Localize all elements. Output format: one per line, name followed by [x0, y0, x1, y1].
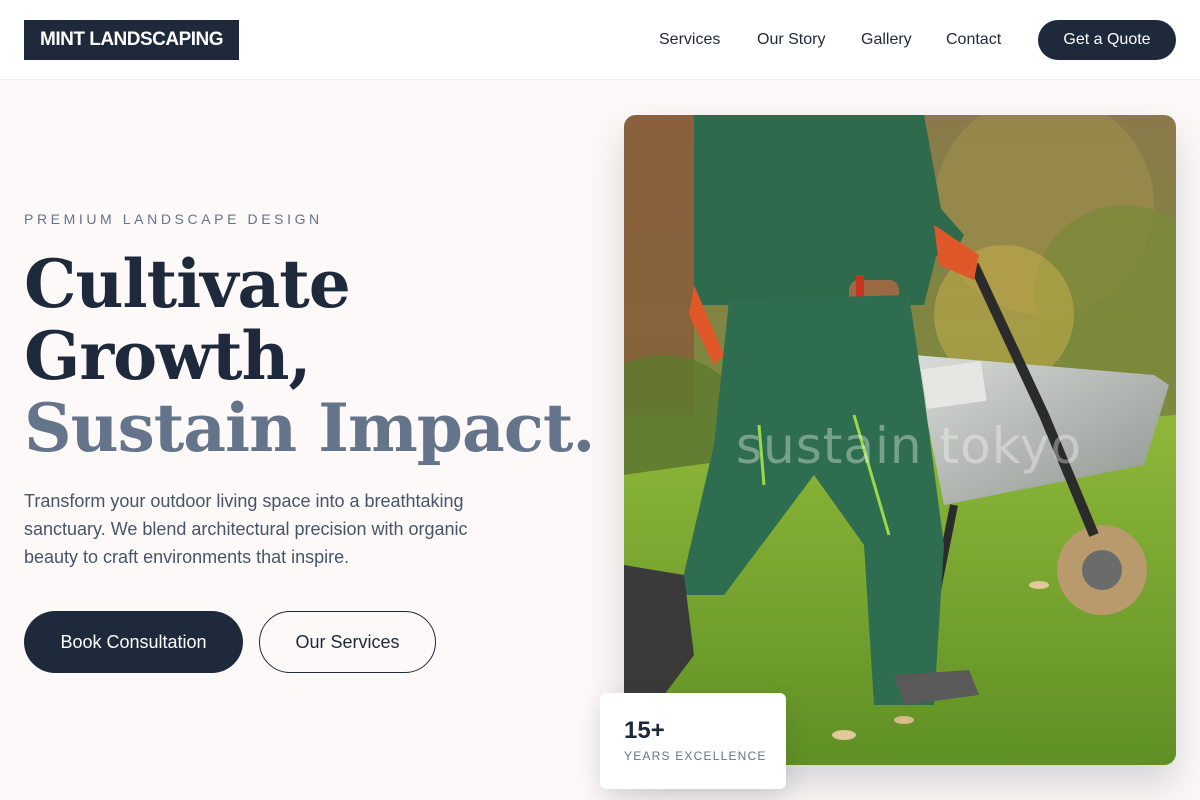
book-consultation-button[interactable]: Book Consultation: [24, 611, 243, 673]
headline-line-2: Growth,: [24, 317, 311, 395]
logo[interactable]: MINT LANDSCAPING: [24, 20, 240, 60]
stat-label: YEARS EXCELLENCE: [624, 749, 767, 763]
stat-number: 15+: [624, 717, 665, 744]
our-services-button[interactable]: Our Services: [259, 611, 436, 673]
nav-link-services[interactable]: Services: [659, 20, 720, 60]
site-header: MINT LANDSCAPING Services Our Story Gall…: [0, 0, 1200, 80]
years-excellence-card: 15+ YEARS EXCELLENCE: [600, 693, 786, 789]
nav-link-contact[interactable]: Contact: [946, 20, 1001, 60]
hero-eyebrow: PREMIUM LANDSCAPE DESIGN: [24, 211, 323, 227]
hero-headline: Cultivate Growth, Sustain Impact.: [24, 245, 595, 467]
get-quote-button[interactable]: Get a Quote: [1038, 20, 1176, 60]
nav-link-our-story[interactable]: Our Story: [757, 20, 825, 60]
nav-link-gallery[interactable]: Gallery: [861, 20, 912, 60]
hero-description: Transform your outdoor living space into…: [24, 491, 468, 567]
headline-accent: Sustain Impact.: [24, 389, 595, 467]
headline-line-1: Cultivate: [24, 245, 351, 323]
hero-photo-gardener-wheelbarrow: sustain tokyo: [624, 115, 1176, 765]
